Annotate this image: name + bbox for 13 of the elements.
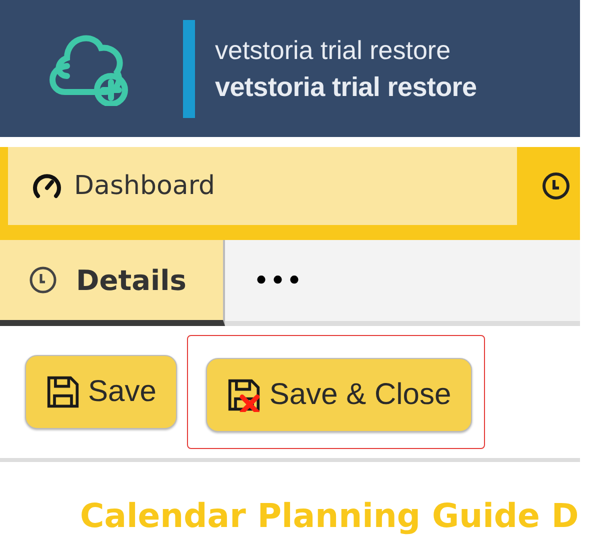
- clock-icon: [541, 171, 571, 201]
- floppy-icon: [46, 375, 80, 409]
- floppy-x-icon: [227, 378, 262, 412]
- save-button[interactable]: Save: [25, 355, 178, 429]
- page-title: Calendar Planning Guide D: [80, 496, 580, 536]
- detail-tab[interactable]: •••: [225, 240, 331, 326]
- gauge-icon: [32, 171, 62, 201]
- header-subtitle: vetstoria trial restore: [215, 72, 477, 102]
- nav-tab[interactable]: Dashboard: [8, 147, 517, 225]
- header-title: vetstoria trial restore: [215, 34, 452, 66]
- clock-icon: [28, 265, 58, 295]
- save-button[interactable]: Save & Close: [206, 358, 472, 432]
- detail-tab[interactable]: Details: [0, 240, 225, 326]
